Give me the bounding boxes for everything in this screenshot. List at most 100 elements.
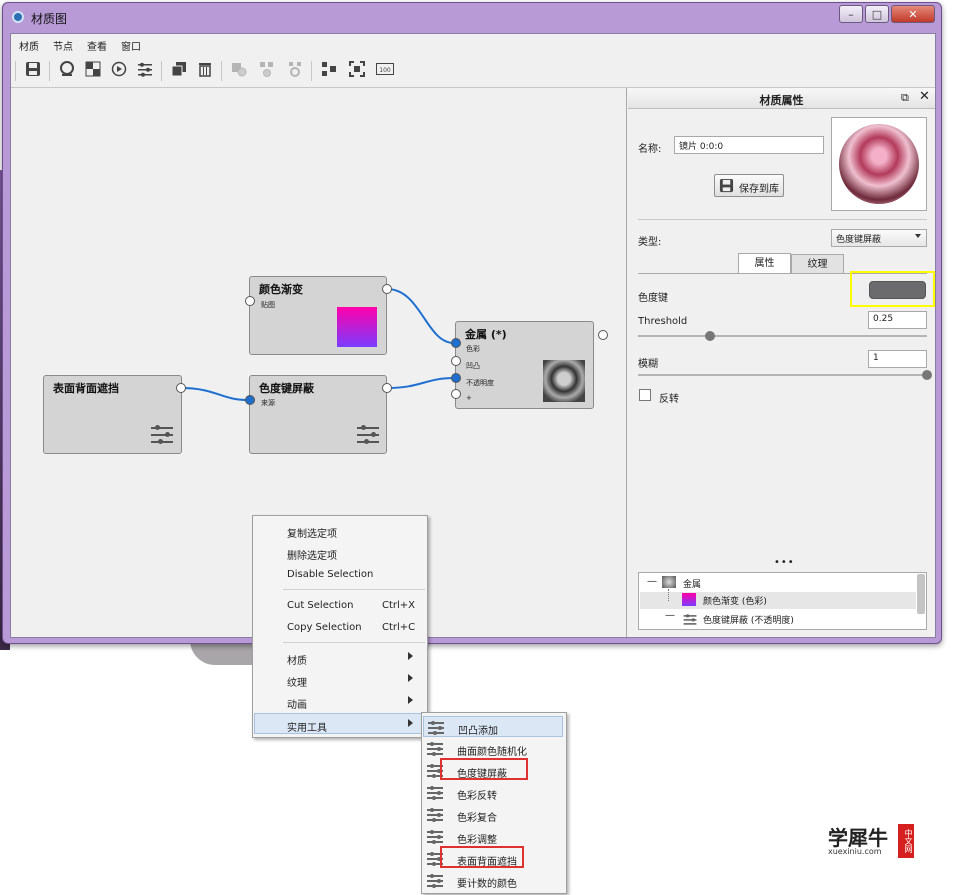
threshold-label: Threshold [638, 316, 688, 327]
submenu-item[interactable]: 要计数的颜色 [423, 870, 563, 891]
port-metal-bump[interactable] [451, 356, 461, 366]
close-icon[interactable]: ✕ [919, 89, 930, 104]
toolbar-separator [311, 61, 312, 81]
close-button[interactable]: ✕ [891, 5, 935, 23]
splitter-handle[interactable]: ••• [774, 557, 795, 568]
tab-texture[interactable]: 纹理 [791, 254, 844, 274]
port-label: 凹凸 [466, 362, 480, 370]
menu-item-duplicate[interactable]: 复制选定项 [254, 520, 426, 541]
menu-item-animation[interactable]: 动画 [254, 691, 426, 712]
preview-sphere [839, 124, 919, 204]
tree-connector [668, 589, 669, 601]
submenu-item[interactable]: 色彩反转 [423, 782, 563, 803]
copy-icon[interactable] [169, 61, 189, 81]
port-metal-add[interactable] [451, 389, 461, 399]
gradient-preview [337, 307, 377, 347]
highlight-box-colorkey [440, 758, 528, 780]
menu-node[interactable]: 节点 [53, 38, 73, 53]
invert-checkbox[interactable] [639, 389, 651, 401]
toolbar-separator [161, 61, 162, 81]
menu-material[interactable]: 材质 [19, 38, 39, 53]
threshold-field[interactable]: 0.25 [868, 311, 927, 329]
float-icon[interactable]: ⧉ [901, 91, 909, 105]
play-icon[interactable] [109, 61, 129, 81]
tree-item-colorkey[interactable]: 色度键屏蔽 (不透明度) [703, 613, 794, 626]
type-select[interactable]: 色度键屏蔽 [831, 229, 927, 247]
watermark-badge: 中文网 [898, 824, 914, 858]
tree-item-gradient[interactable]: 颜色渐变 (色彩) [703, 594, 767, 607]
fit-icon[interactable] [347, 61, 367, 81]
save-icon[interactable] [23, 61, 43, 81]
port-metal-output[interactable] [598, 330, 608, 340]
toolbar: 100 [11, 55, 935, 88]
menu-window[interactable]: 窗口 [121, 38, 141, 53]
menu-item-disable-selection[interactable]: Disable Selection [254, 564, 426, 585]
node-add-icon[interactable] [229, 61, 249, 81]
port-metal-color[interactable] [451, 338, 461, 348]
highlight-box-backface [440, 846, 524, 868]
trash-icon[interactable] [195, 61, 215, 81]
submenu-arrow-icon [408, 696, 413, 704]
node-color-gradient[interactable]: 颜色渐变 贴图 [249, 276, 387, 355]
maximize-button[interactable]: □ [865, 5, 889, 23]
port-colorkey-input[interactable] [245, 395, 255, 405]
node-title: 颜色渐变 [259, 283, 303, 296]
title-bar[interactable]: 材质图 – □ ✕ [3, 3, 941, 31]
submenu-item[interactable]: 凹凸添加 [423, 716, 563, 737]
toolbar-separator [49, 61, 50, 81]
menu-item-copy-selection[interactable]: Copy Selection Ctrl+C [254, 617, 426, 638]
node-backface[interactable]: 表面背面遮挡 [43, 375, 182, 454]
blur-slider-thumb[interactable] [922, 370, 932, 380]
menu-item-texture[interactable]: 纹理 [254, 669, 426, 690]
material-graph-window: 材质图 – □ ✕ 材质 节点 查看 窗口 100 颜色渐变 贴图 金属 (*)… [2, 2, 942, 644]
port-metal-opacity[interactable] [451, 373, 461, 383]
port-gradient-output[interactable] [382, 284, 392, 294]
sliders-icon[interactable] [135, 61, 155, 81]
submenu-item[interactable]: 色彩调整 [423, 826, 563, 847]
checker-icon[interactable] [83, 61, 103, 81]
menu-item-utilities[interactable]: 实用工具 [254, 713, 424, 734]
node-metal[interactable]: 金属 (*) 色彩 凹凸 不透明度 + [455, 321, 594, 409]
watermark-site: xuexiniu.com [828, 847, 882, 856]
tree-scrollbar[interactable] [917, 574, 925, 614]
node-remove-icon[interactable] [257, 61, 277, 81]
material-tree: — 金属 颜色渐变 (色彩) — 色度键屏蔽 (不透明度) [638, 572, 927, 630]
port-backface-output[interactable] [176, 383, 186, 393]
colorkey-label: 色度键 [638, 293, 668, 304]
port-gradient-input[interactable] [245, 296, 255, 306]
node-title: 表面背面遮挡 [53, 382, 119, 395]
menu-item-label: 材质 [287, 656, 307, 667]
menu-item-cut-selection[interactable]: Cut Selection Ctrl+X [254, 595, 426, 616]
tree-item-metal[interactable]: 金属 [683, 577, 701, 590]
node-refresh-icon[interactable] [285, 61, 305, 81]
menu-item-label: 复制选定项 [287, 529, 337, 540]
tab-properties[interactable]: 属性 [738, 253, 791, 274]
submenu-item[interactable]: 色彩复合 [423, 804, 563, 825]
sphere-icon[interactable] [57, 61, 77, 81]
colorkey-swatch[interactable] [869, 281, 926, 299]
collapse-icon[interactable]: — [665, 610, 675, 621]
port-colorkey-output[interactable] [382, 383, 392, 393]
zoom-100-icon[interactable]: 100 [375, 61, 395, 81]
layout-icon[interactable] [319, 61, 339, 81]
collapse-icon[interactable]: — [647, 576, 657, 587]
menu-item-delete[interactable]: 删除选定项 [254, 542, 426, 563]
connection-backface-to-colorkey [180, 387, 249, 401]
menu-item-label: Copy Selection [287, 622, 362, 633]
threshold-slider-thumb[interactable] [705, 331, 716, 341]
menu-item-material[interactable]: 材质 [254, 647, 426, 668]
blur-slider-track[interactable] [638, 374, 927, 376]
menu-view[interactable]: 查看 [87, 38, 107, 53]
submenu-item[interactable]: 曲面颜色随机化 [423, 738, 563, 759]
minimize-button[interactable]: – [839, 5, 863, 23]
node-colorkey[interactable]: 色度键屏蔽 来源 [249, 375, 387, 454]
threshold-slider-track[interactable] [638, 335, 927, 337]
port-label: 色彩 [466, 345, 480, 353]
name-field[interactable]: 镜片 0:0:0 [674, 136, 824, 154]
sliders-icon [427, 873, 443, 888]
sliders-icon [427, 741, 443, 756]
save-to-library-button[interactable]: 保存到库 [714, 174, 784, 197]
sliders-icon [427, 785, 443, 800]
name-label: 名称: [638, 144, 662, 155]
blur-field[interactable]: 1 [868, 350, 927, 368]
